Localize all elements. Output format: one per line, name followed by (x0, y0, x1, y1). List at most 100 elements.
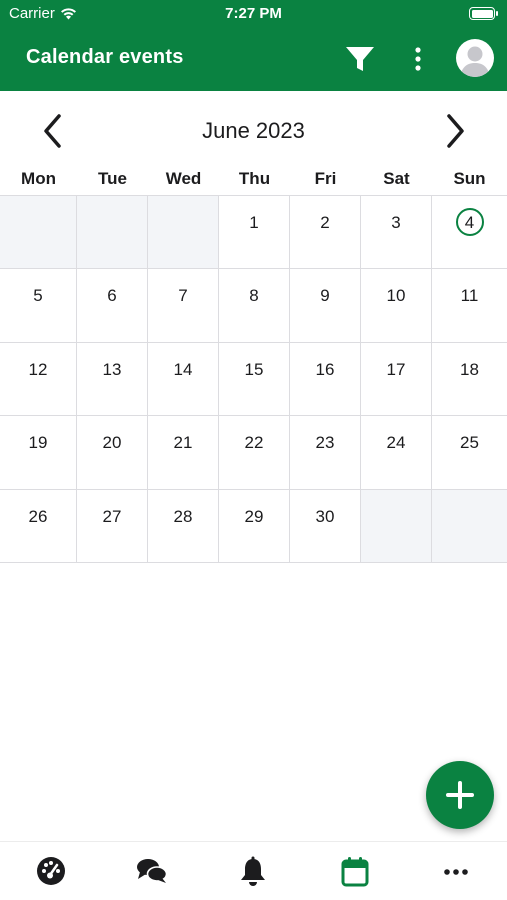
calendar-day-cell[interactable]: 2 (290, 196, 361, 270)
tab-chat[interactable] (132, 856, 172, 890)
day-number: 24 (386, 433, 406, 453)
tab-dashboard[interactable] (31, 856, 71, 890)
bell-icon (241, 856, 266, 886)
more-options-button[interactable] (406, 43, 430, 75)
avatar[interactable] (456, 39, 494, 77)
calendar-icon (341, 857, 369, 887)
day-number: 19 (28, 433, 48, 453)
day-number: 16 (315, 359, 335, 379)
tab-more[interactable] (436, 856, 476, 890)
day-number: 3 (391, 213, 401, 232)
day-number: 14 (173, 359, 193, 379)
weekday-label: Thu (238, 169, 271, 188)
day-number: 9 (320, 286, 330, 306)
day-number: 7 (178, 286, 188, 306)
weekday-label: Tue (98, 169, 127, 188)
calendar-day-cell[interactable]: 17 (361, 342, 432, 417)
calendar-day-cell[interactable]: 25 (432, 416, 507, 490)
calendar-day-cell[interactable]: 1 (219, 196, 290, 270)
weekday-label: Sat (383, 169, 410, 188)
calendar-day-cell[interactable]: 5 (0, 269, 77, 343)
tab-calendar[interactable] (335, 856, 375, 890)
calendar-day-cell[interactable]: 13 (77, 342, 148, 417)
day-number: 21 (173, 433, 193, 453)
day-number: 11 (460, 286, 479, 306)
day-number: 28 (173, 506, 193, 526)
day-number: 2 (320, 213, 330, 232)
calendar-day-cell[interactable]: 18 (432, 343, 507, 417)
app-bar: Calendar events (0, 28, 507, 91)
status-bar: Carrier 7:27 PM (0, 0, 507, 28)
empty-day-cell (148, 196, 219, 270)
calendar-day-cell[interactable]: 7 (148, 269, 219, 343)
calendar-day-cell[interactable]: 9 (290, 269, 361, 343)
month-title: June 2023 (202, 118, 305, 143)
day-number: 20 (102, 433, 122, 453)
filter-icon (346, 47, 374, 71)
day-number: 23 (315, 433, 335, 453)
day-number: 1 (249, 213, 259, 232)
calendar-day-cell[interactable]: 3 (361, 196, 432, 270)
empty-day-cell (432, 489, 507, 563)
weekday-header: Mon Tue Wed Thu Fri Sat Sun (0, 165, 507, 195)
calendar-day-cell[interactable]: 26 (0, 489, 77, 563)
battery-icon (469, 7, 498, 20)
day-number: 26 (28, 506, 48, 526)
calendar-day-cell[interactable]: 21 (148, 416, 219, 490)
calendar-day-cell[interactable]: 24 (361, 416, 432, 490)
calendar-day-cell[interactable]: 12 (0, 342, 77, 417)
weekday-label: Sun (453, 169, 486, 188)
more-vertical-icon (415, 47, 421, 71)
status-time: 7:27 PM (225, 5, 282, 22)
calendar-day-cell[interactable]: 6 (77, 269, 148, 343)
calendar-grid: 1 2 3 4 5 6 7 8 9 10 11 12 13 14 15 16 17 18 19 20 21 22 23 24 2… (0, 195, 507, 563)
calendar-day-cell[interactable]: 10 (361, 269, 432, 343)
add-event-button[interactable] (426, 761, 494, 829)
calendar-day-cell[interactable]: 15 (219, 342, 290, 417)
day-number: 13 (102, 359, 122, 379)
dashboard-icon (36, 857, 65, 885)
calendar-day-cell[interactable]: 20 (77, 416, 148, 490)
day-number: 10 (386, 286, 406, 306)
calendar-day-cell[interactable]: 8 (219, 269, 290, 343)
page-title: Calendar events (26, 46, 184, 68)
tab-notifications[interactable] (233, 856, 273, 890)
calendar-day-cell[interactable]: 16 (290, 342, 361, 417)
day-number: 17 (386, 359, 406, 379)
calendar-day-cell[interactable]: 19 (0, 416, 77, 490)
weekday-label: Mon (21, 169, 56, 188)
day-number: 30 (315, 506, 335, 526)
user-avatar-icon (460, 46, 490, 77)
empty-day-cell (361, 489, 432, 563)
calendar-day-cell[interactable]: 14 (148, 342, 219, 417)
today-day-number: 4 (455, 208, 484, 236)
calendar-day-cell[interactable]: 29 (219, 489, 290, 563)
more-horizontal-icon (444, 869, 469, 875)
tab-bar (0, 841, 507, 900)
day-number: 15 (244, 359, 264, 379)
calendar-day-cell[interactable]: 4 (432, 196, 507, 270)
day-number: 22 (244, 433, 264, 453)
day-number: 29 (244, 506, 264, 526)
day-number: 18 (460, 359, 479, 379)
calendar-day-cell[interactable]: 27 (77, 489, 148, 563)
chevron-right-icon (447, 114, 464, 148)
calendar-day-cell[interactable]: 23 (290, 416, 361, 490)
chat-icon (137, 859, 168, 883)
next-month-button[interactable] (440, 111, 470, 151)
weekday-label: Fri (314, 169, 337, 188)
header: Carrier 7:27 PM Calendar events (0, 0, 507, 91)
day-number: 25 (460, 433, 479, 453)
day-number: 5 (33, 286, 43, 306)
calendar-day-cell[interactable]: 30 (290, 489, 361, 563)
weekday-label: Wed (165, 169, 202, 188)
calendar-day-cell[interactable]: 22 (219, 416, 290, 490)
calendar-day-cell[interactable]: 11 (432, 269, 507, 343)
plus-icon (446, 781, 474, 809)
empty-day-cell (77, 196, 148, 270)
calendar-day-cell[interactable]: 28 (148, 489, 219, 563)
filter-button[interactable] (344, 43, 376, 75)
day-number: 12 (28, 359, 48, 379)
month-header: June 2023 (0, 91, 507, 165)
day-number: 27 (102, 506, 122, 526)
